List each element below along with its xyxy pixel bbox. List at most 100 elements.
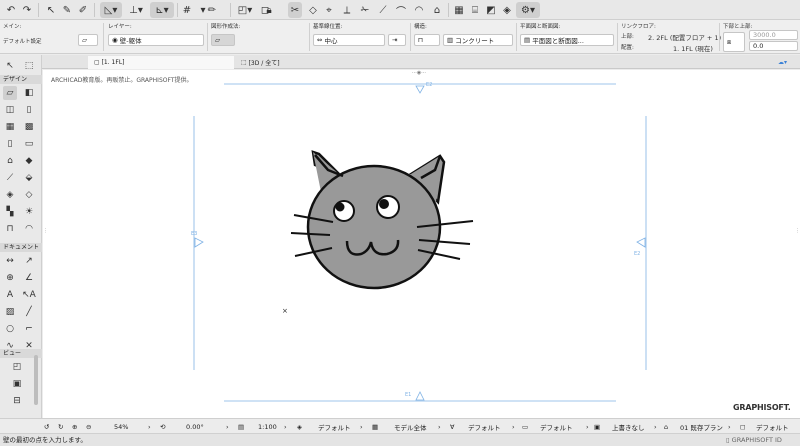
text-tool-icon[interactable]: A bbox=[3, 288, 17, 302]
zoom-in-icon[interactable]: ⊕ bbox=[72, 421, 77, 432]
trace-icon[interactable]: ⊥▾ bbox=[125, 2, 147, 18]
top-offset-input[interactable]: 3000.0 bbox=[749, 30, 798, 40]
scroll-handle-left[interactable]: ⋮ bbox=[43, 228, 48, 246]
toolbox-scrollbar[interactable] bbox=[34, 355, 38, 405]
redo-view-icon[interactable]: ↻ bbox=[58, 421, 63, 432]
design-section-header[interactable]: デザイン bbox=[0, 75, 42, 84]
wall-shape-button[interactable]: ▱ bbox=[78, 34, 98, 46]
wall-tool-icon[interactable]: ▱ bbox=[3, 86, 17, 100]
radial-dimension-tool-icon[interactable]: ⊕ bbox=[3, 271, 17, 285]
dimension-dropdown-icon[interactable]: › bbox=[586, 421, 589, 432]
top-link-value[interactable]: 2. 2FL (配置フロア + 1) bbox=[648, 32, 721, 42]
layer-dropdown[interactable]: ◉ 壁-躯体 bbox=[108, 34, 204, 46]
override-dropdown-icon[interactable]: › bbox=[654, 421, 657, 432]
zoom-dropdown-icon[interactable]: › bbox=[148, 421, 151, 432]
floor-plan-icon[interactable]: ▦ bbox=[452, 2, 466, 18]
object-tool-icon[interactable]: ▯ bbox=[22, 103, 36, 117]
eyedropper-icon[interactable]: ✎ bbox=[60, 2, 74, 18]
redo-icon[interactable]: ↷ bbox=[20, 2, 34, 18]
grid-snap-icon[interactable]: # bbox=[180, 2, 194, 18]
model-view-dropdown-icon[interactable]: › bbox=[438, 421, 441, 432]
guide-line-icon[interactable]: ◺▾ bbox=[100, 2, 122, 18]
model-view-value[interactable]: モデル全体 bbox=[394, 421, 427, 432]
roof-tool-icon[interactable]: ⌂ bbox=[3, 154, 17, 168]
pen-set-value[interactable]: デフォルト bbox=[468, 421, 501, 432]
layer-combo-value[interactable]: デフォルト bbox=[318, 421, 351, 432]
split-icon[interactable]: ⟋ bbox=[376, 2, 390, 18]
arrow-tool-icon[interactable]: ↖ bbox=[3, 59, 17, 73]
circle-tool-icon[interactable]: ○ bbox=[3, 322, 17, 336]
select-arrow-icon[interactable]: ↖ bbox=[44, 2, 58, 18]
lamp-tool-icon[interactable]: ☀ bbox=[22, 205, 36, 219]
bottom-offset-input[interactable]: 0.0 bbox=[749, 41, 798, 51]
adjust-icon[interactable]: ⟂ bbox=[340, 2, 354, 18]
fill-tool-icon[interactable]: ▨ bbox=[3, 305, 17, 319]
tab-list-icon[interactable]: ☁▾ bbox=[772, 56, 796, 69]
section-icon[interactable]: ⌸ bbox=[468, 2, 482, 18]
rotate-icon[interactable]: ⟲ bbox=[160, 421, 165, 432]
last-value[interactable]: デフォルト bbox=[756, 421, 789, 432]
dimension-value[interactable]: デフォルト bbox=[540, 421, 573, 432]
skylight-tool-icon[interactable]: ⊓ bbox=[3, 222, 17, 236]
polyline-tool-icon[interactable]: ⌐ bbox=[22, 322, 36, 336]
override-value[interactable]: 上書きなし bbox=[612, 421, 645, 432]
straight-wall-button[interactable]: ▱ bbox=[211, 34, 235, 46]
section-tool-icon[interactable]: ◰ bbox=[10, 360, 24, 374]
elevate-icon[interactable]: ⌂ bbox=[430, 2, 444, 18]
zoom-out-icon[interactable]: ⊖ bbox=[86, 421, 91, 432]
stair-tool-icon[interactable]: ⟋ bbox=[3, 171, 17, 185]
angle-dimension-tool-icon[interactable]: ∠ bbox=[22, 271, 36, 285]
ref-line-flip-button[interactable]: ⇥ bbox=[388, 34, 406, 46]
label-tool-icon[interactable]: ↖A bbox=[22, 288, 36, 302]
beam-tool-icon[interactable]: ▭ bbox=[22, 137, 36, 151]
renovation-dropdown-icon[interactable]: › bbox=[728, 421, 731, 432]
layer-combo-dropdown-icon[interactable]: › bbox=[360, 421, 363, 432]
intersect-icon[interactable]: ✁ bbox=[358, 2, 372, 18]
pencil-icon[interactable]: ✏ bbox=[206, 2, 218, 18]
door-tool-icon[interactable]: ◧ bbox=[22, 86, 36, 100]
level-dimension-tool-icon[interactable]: ↗ bbox=[22, 254, 36, 268]
zoom-value[interactable]: 54% bbox=[114, 421, 128, 432]
window-tool-icon[interactable]: ◫ bbox=[3, 103, 17, 117]
graphisoft-id-button[interactable]: ▯ GRAPHISOFT ID bbox=[726, 434, 782, 446]
home-floor-value[interactable]: 1. 1FL (現在) bbox=[673, 43, 713, 53]
dimension-tool-icon[interactable]: ↔ bbox=[3, 254, 17, 268]
shell-tool-icon[interactable]: ◠ bbox=[22, 222, 36, 236]
zone-tool-icon[interactable]: ▚ bbox=[3, 205, 17, 219]
offset-icon[interactable]: ◇ bbox=[306, 2, 320, 18]
3d-projection-icon[interactable]: ◈ bbox=[500, 2, 514, 18]
trim-icon[interactable]: ⌖ bbox=[322, 2, 336, 18]
magic-wand-icon[interactable]: ✂ bbox=[288, 2, 302, 18]
tab-floor-plan[interactable]: ▢ [1. 1FL] bbox=[88, 56, 234, 69]
floor-plan-canvas[interactable]: ARCHICAD教育版。再販禁止。GRAPHISOFT提供。 ···◉··· ×… bbox=[43, 70, 800, 418]
scale-dropdown-icon[interactable]: › bbox=[284, 421, 287, 432]
lock-icon[interactable]: 🔒︎ bbox=[262, 2, 276, 18]
floorplan-button[interactable]: ▤ 平面図と断面図... bbox=[520, 34, 614, 46]
marquee-tool-icon[interactable]: ⬚ bbox=[22, 59, 36, 73]
layer-combo-icon[interactable]: ◰▾ bbox=[234, 2, 256, 18]
document-section-header[interactable]: ドキュメント bbox=[0, 243, 42, 252]
structure-dropdown[interactable]: ▥ コンクリート bbox=[443, 34, 513, 46]
syringe-icon[interactable]: ✐ bbox=[76, 2, 90, 18]
default-settings-button[interactable]: デフォルト設定 bbox=[3, 37, 42, 45]
line-tool-icon[interactable]: ╱ bbox=[22, 305, 36, 319]
gravity-icon[interactable]: ⊾▾ bbox=[150, 2, 174, 18]
curve-icon[interactable]: ◠ bbox=[412, 2, 426, 18]
undo-icon[interactable]: ↶ bbox=[4, 2, 18, 18]
curtain-wall-tool-icon[interactable]: ▦ bbox=[3, 120, 17, 134]
undo-view-icon[interactable]: ↺ bbox=[44, 421, 49, 432]
height-link-icon[interactable]: ⧈ bbox=[723, 32, 745, 52]
angle-value[interactable]: 0.00° bbox=[186, 421, 204, 432]
scroll-handle-right[interactable]: ⋮ bbox=[795, 228, 800, 246]
angle-dropdown-icon[interactable]: › bbox=[226, 421, 229, 432]
morph-tool-icon[interactable]: ◇ bbox=[22, 188, 36, 202]
structure-type-button[interactable]: ⊓ bbox=[414, 34, 440, 46]
pen-set-dropdown-icon[interactable]: › bbox=[512, 421, 515, 432]
3d-navigation-icon[interactable]: ⚙▾ bbox=[516, 2, 540, 18]
3d-window-icon[interactable]: ◩ bbox=[484, 2, 498, 18]
tab-3d[interactable]: ⬚ [3D / 全て] bbox=[235, 56, 405, 69]
worksheet-tool-icon[interactable]: ⊟ bbox=[10, 394, 24, 408]
column-tool-icon[interactable]: ▯ bbox=[3, 137, 17, 151]
fillet-icon[interactable]: ⌒ bbox=[394, 2, 408, 18]
mesh-tool-icon[interactable]: ◈ bbox=[3, 188, 17, 202]
